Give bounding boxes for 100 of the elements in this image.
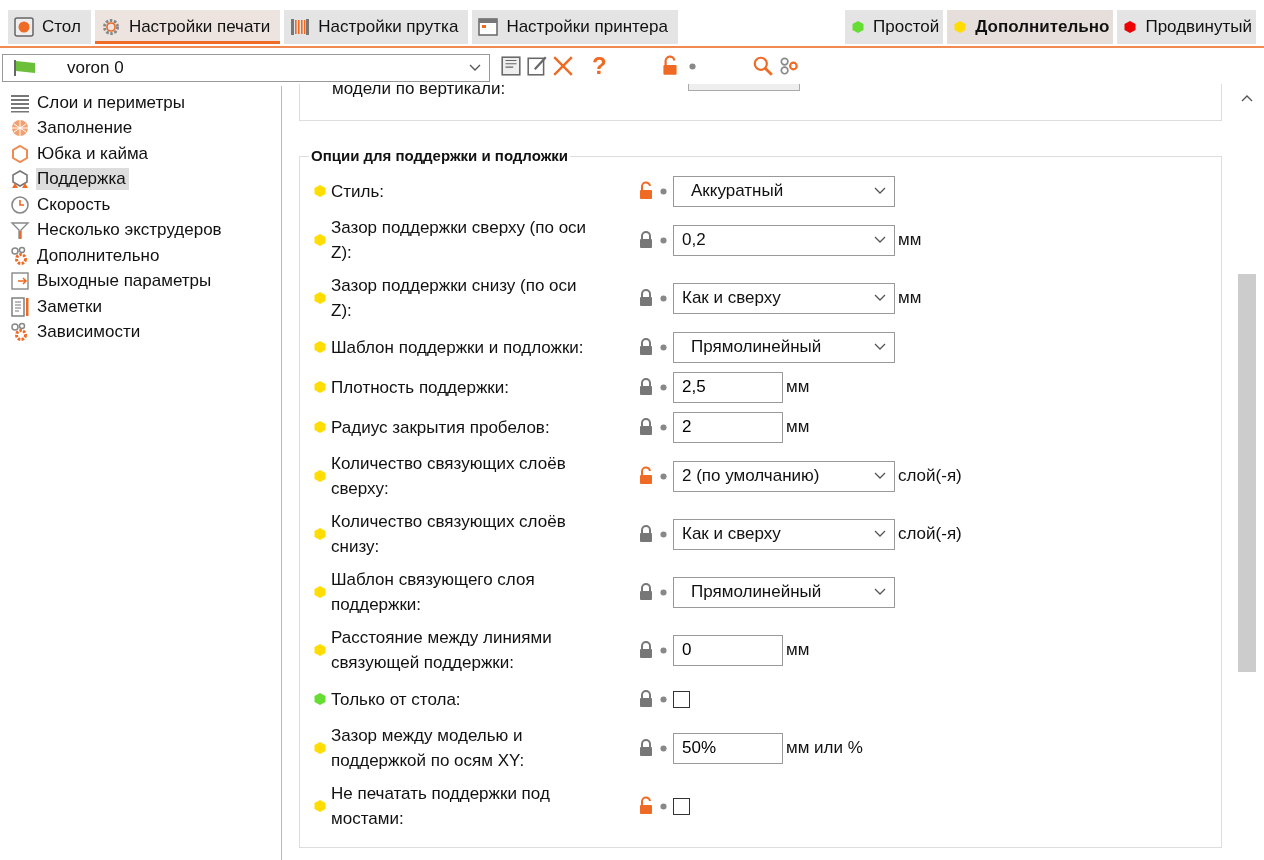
lock-icon[interactable] xyxy=(638,417,654,437)
tab[interactable]: Настройки прутка xyxy=(284,10,469,44)
sidebar-item[interactable]: Слои и периметры xyxy=(36,91,188,114)
lock-icon[interactable] xyxy=(638,524,654,544)
caret-icon xyxy=(874,530,886,538)
lock-icon[interactable] xyxy=(638,689,654,709)
caret-icon xyxy=(469,64,481,72)
setting-label: Плотность поддержки: xyxy=(331,376,510,399)
spool-icon xyxy=(290,17,311,37)
sidebar-item[interactable]: Выходные параметры xyxy=(36,270,215,293)
input-field[interactable]: 2,5 xyxy=(673,371,783,403)
dropdown[interactable]: 2 (по умолчанию) xyxy=(673,460,895,492)
dropdown[interactable]: 0,2 xyxy=(673,224,895,256)
setting-label: Количество связующих слоёв снизу: xyxy=(331,511,567,558)
unlocked-lock-icon[interactable] xyxy=(660,55,679,77)
tab[interactable]: Настройки печати xyxy=(94,10,281,44)
caret-icon xyxy=(874,236,886,244)
dropdown[interactable]: Прямолинейный xyxy=(673,576,895,608)
ball-icon xyxy=(10,118,30,139)
scroll-thumb[interactable] xyxy=(1238,274,1256,672)
scroll-up-icon[interactable] xyxy=(1241,94,1253,102)
support-icon xyxy=(10,169,30,190)
lock-icon[interactable] xyxy=(638,337,654,357)
square-icon xyxy=(14,17,34,37)
dot-icon xyxy=(660,423,667,431)
lock-icon[interactable] xyxy=(638,377,654,397)
input-field[interactable]: 2 xyxy=(673,411,783,443)
dot-icon xyxy=(660,343,667,351)
setting-label: Зазор поддержки сверху (по оси Z): xyxy=(331,217,588,264)
window-icon xyxy=(478,17,499,37)
edit-icon[interactable] xyxy=(526,55,548,77)
output-icon xyxy=(10,271,30,292)
close-icon[interactable] xyxy=(552,55,574,77)
input-field[interactable]: 0 xyxy=(673,634,783,666)
flag-icon xyxy=(13,59,37,77)
dot-icon xyxy=(660,472,667,480)
lock-icon[interactable] xyxy=(638,640,654,660)
dropdown[interactable]: Как и сверху xyxy=(673,282,895,314)
sidebar-item[interactable]: Поддержка xyxy=(36,168,129,191)
input-field[interactable]: 50% xyxy=(673,732,783,764)
dot-icon xyxy=(660,695,667,703)
unit-label: мм xyxy=(898,288,922,308)
gears-icon xyxy=(10,322,30,343)
mode-tab[interactable]: Продвинутый xyxy=(1117,10,1256,44)
sidebar-item[interactable]: Зависимости xyxy=(36,321,144,344)
checkbox[interactable] xyxy=(673,797,690,815)
dot-icon xyxy=(660,187,667,195)
mode-tab[interactable]: Простой xyxy=(845,10,944,44)
tab[interactable]: Стол xyxy=(8,10,91,44)
sidebar-item[interactable]: Скорость xyxy=(36,193,114,216)
dropdown[interactable]: Как и сверху xyxy=(673,518,895,550)
setting-label: Расстояние между линиями связующей поддержки: xyxy=(331,627,553,674)
caret-icon xyxy=(874,343,886,351)
dropdown[interactable]: Прямолинейный xyxy=(673,331,895,363)
dot-icon xyxy=(660,744,667,752)
unit-label: слой(-я) xyxy=(898,524,962,544)
lock-icon[interactable] xyxy=(638,582,654,602)
lock-icon[interactable] xyxy=(638,288,654,308)
sidebar-item[interactable]: Несколько экструдеров xyxy=(36,219,225,242)
unlocked-lock-icon[interactable] xyxy=(638,796,654,816)
tab[interactable]: Настройки принтера xyxy=(472,10,678,44)
caret-icon xyxy=(874,472,886,480)
lock-icon[interactable] xyxy=(638,230,654,250)
layers-icon xyxy=(10,92,30,113)
setting-label: Зазор поддержки снизу (по оси Z): xyxy=(331,275,578,322)
gears-icon[interactable] xyxy=(777,55,800,77)
sidebar-item[interactable]: Заполнение xyxy=(36,117,136,140)
dot-icon xyxy=(660,383,667,391)
gears-icon xyxy=(10,245,30,266)
preset-dropdown[interactable]: voron 0 xyxy=(2,54,490,82)
setting-label: Радиус закрытия пробелов: xyxy=(331,416,551,439)
mode-tab[interactable]: Дополнительно xyxy=(947,10,1114,44)
unit-label: мм xyxy=(786,377,810,397)
search-icon[interactable] xyxy=(751,55,774,77)
clock-icon xyxy=(10,194,30,215)
setting-label: Только от стола: xyxy=(331,688,462,711)
sidebar-item[interactable]: Заметки xyxy=(36,295,106,318)
dot-icon xyxy=(688,62,696,70)
setting-label: Количество связующих слоёв сверху: xyxy=(331,453,567,500)
unit-label: слой(-я) xyxy=(898,466,962,486)
unit-label: мм xyxy=(786,417,810,437)
save-icon[interactable] xyxy=(500,55,522,77)
checkbox[interactable] xyxy=(673,690,690,708)
hexagon-icon xyxy=(10,143,30,164)
unlocked-lock-icon[interactable] xyxy=(638,466,654,486)
dot-icon xyxy=(660,802,667,810)
sidebar-item[interactable]: Юбка и кайма xyxy=(36,142,152,165)
notes-icon xyxy=(10,296,30,317)
sidebar-item[interactable]: Дополнительно xyxy=(36,244,163,267)
unit-label: мм или % xyxy=(786,738,863,758)
funnel-icon xyxy=(10,220,30,241)
setting-label: модели по вертикали: xyxy=(332,84,507,98)
setting-label: Зазор между моделью и поддержкой по осям XY: xyxy=(331,725,526,772)
dropdown[interactable]: Аккуратный xyxy=(673,175,895,207)
setting-label: Стиль: xyxy=(331,180,386,203)
caret-icon xyxy=(874,187,886,195)
caret-icon xyxy=(874,588,886,596)
unlocked-lock-icon[interactable] xyxy=(638,181,654,201)
lock-icon[interactable] xyxy=(638,738,654,758)
caret-icon xyxy=(874,294,886,302)
